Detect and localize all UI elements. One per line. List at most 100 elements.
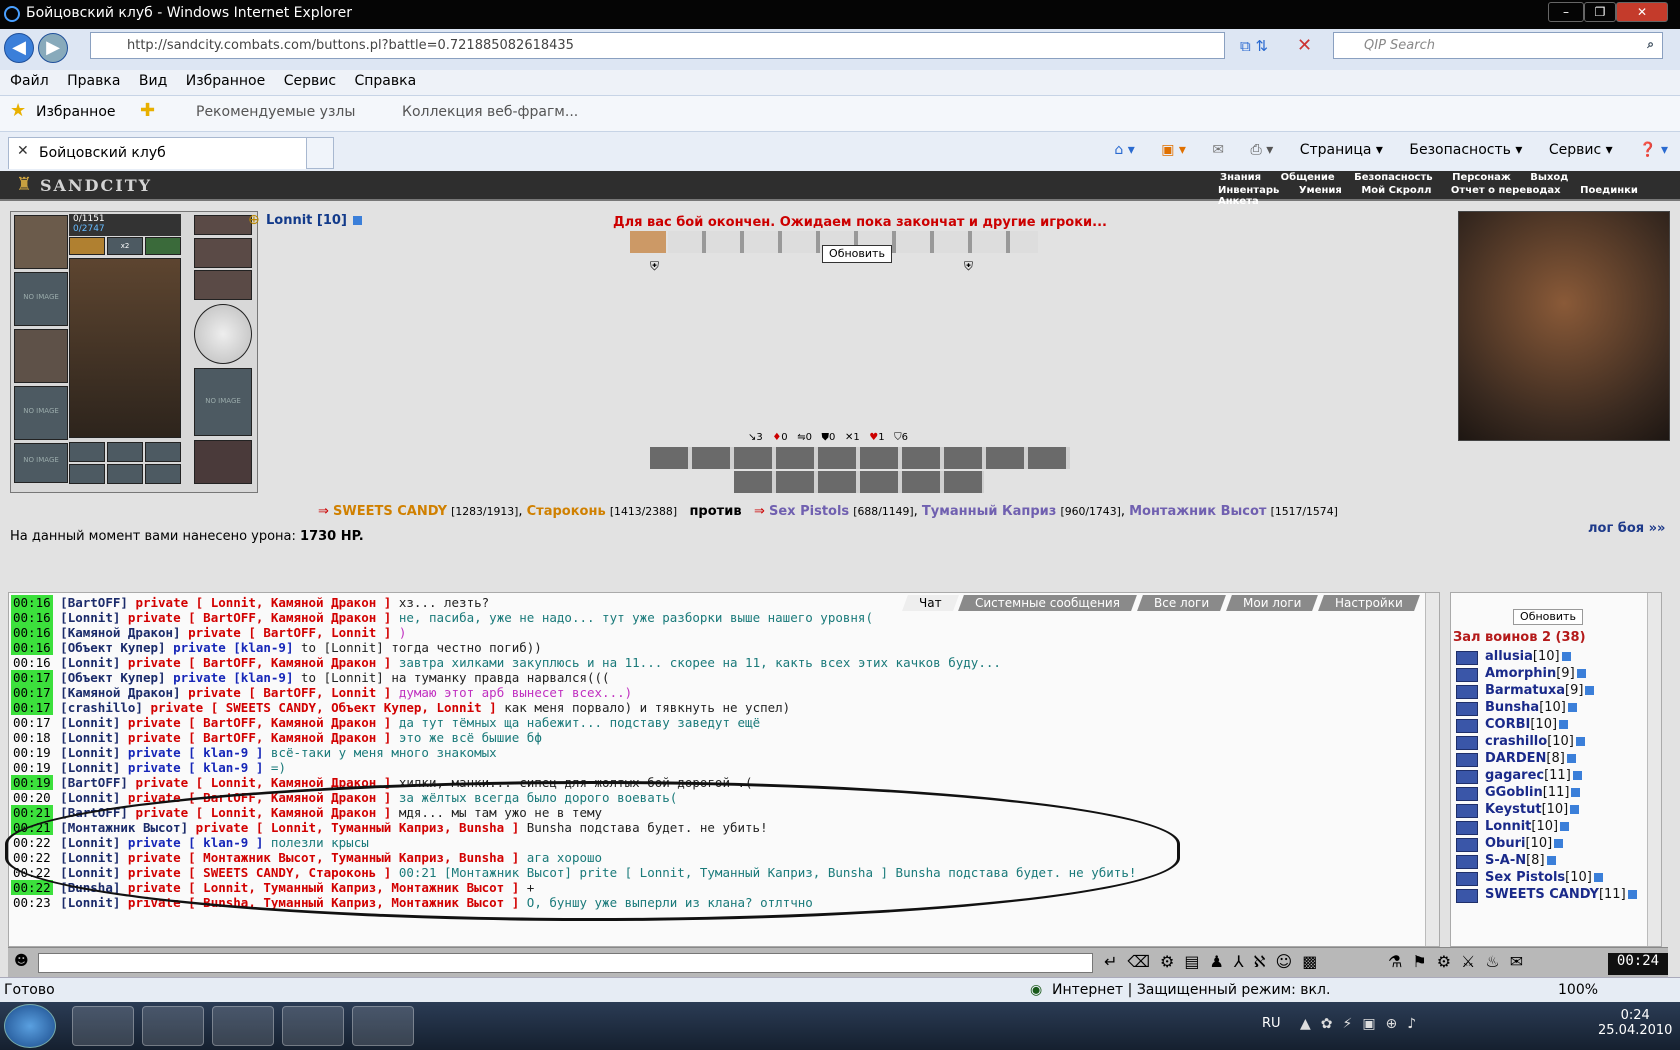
help-icon[interactable]: ❓ ▾ bbox=[1639, 142, 1668, 158]
user-row[interactable]: allusia[10] bbox=[1485, 649, 1571, 664]
web-slice-gallery[interactable]: Коллекция веб-фрагм... bbox=[402, 104, 578, 120]
message-time[interactable]: 00:19 bbox=[11, 745, 53, 760]
user-row[interactable]: S-A-N[8] bbox=[1485, 853, 1556, 868]
user-name[interactable]: Sex Pistols bbox=[1485, 870, 1565, 885]
zoom-level[interactable]: 100% bbox=[1558, 982, 1598, 998]
shield-slot[interactable] bbox=[194, 304, 252, 364]
tab-all-logs[interactable]: Все логи bbox=[1137, 595, 1227, 611]
refresh-battle-button[interactable]: Обновить bbox=[822, 245, 892, 263]
user-info-icon[interactable] bbox=[1585, 686, 1595, 695]
private-chat-icon[interactable] bbox=[1456, 651, 1478, 665]
user-info-icon[interactable] bbox=[1567, 703, 1577, 712]
message-author[interactable]: [Объект Купер] bbox=[60, 640, 165, 655]
fighter-name[interactable]: SWEETS CANDY bbox=[333, 504, 447, 519]
user-name[interactable]: Barmatuxa bbox=[1485, 683, 1565, 698]
smile-icon[interactable]: ☻ bbox=[14, 953, 29, 969]
message-time[interactable]: 00:16 bbox=[11, 625, 53, 640]
message-author[interactable]: [crashillo] bbox=[60, 700, 143, 715]
chat-tools-icons[interactable]: ↵⌫⚙▤♟⅄ℵ☺▩ bbox=[1104, 952, 1327, 971]
message-time[interactable]: 00:18 bbox=[11, 730, 53, 745]
user-info-icon[interactable] bbox=[1559, 720, 1569, 729]
message-recipients[interactable]: private [ SWEETS CANDY, Объект Купер, Lo… bbox=[151, 700, 497, 715]
user-info-icon[interactable] bbox=[1593, 873, 1603, 882]
ring-slot[interactable] bbox=[69, 464, 105, 484]
user-row[interactable]: Lonnit[10] bbox=[1485, 819, 1570, 834]
tab-settings[interactable]: Настройки bbox=[1318, 595, 1420, 611]
message-recipients[interactable]: private [ BartOFF, Камяной Дракон ] bbox=[128, 715, 391, 730]
ring-slot[interactable] bbox=[145, 464, 181, 484]
message-time[interactable]: 00:16 bbox=[11, 640, 53, 655]
rss-icon[interactable]: ▣ ▾ bbox=[1161, 142, 1186, 158]
menu-help[interactable]: Справка bbox=[354, 73, 416, 89]
info-icon[interactable] bbox=[353, 216, 363, 225]
message-time[interactable]: 00:17 bbox=[11, 685, 53, 700]
message-author[interactable]: [Lonnit] bbox=[60, 790, 120, 805]
refresh-users-button[interactable]: Обновить bbox=[1513, 609, 1583, 625]
message-author[interactable]: [Lonnit] bbox=[60, 655, 120, 670]
tab-system[interactable]: Системные сообщения bbox=[958, 595, 1138, 611]
menu-inventory[interactable]: Инвентарь bbox=[1218, 185, 1279, 196]
user-row[interactable]: crashillo[10] bbox=[1485, 734, 1585, 749]
search-icon[interactable]: ⌕ bbox=[1647, 37, 1654, 52]
private-chat-icon[interactable] bbox=[1456, 787, 1478, 801]
tab-my-logs[interactable]: Мои логи bbox=[1226, 595, 1319, 611]
private-chat-icon[interactable] bbox=[1456, 804, 1478, 818]
page-menu[interactable]: Страница ▾ bbox=[1300, 142, 1383, 158]
message-author[interactable]: [Объект Купер] bbox=[60, 670, 165, 685]
buff-slot[interactable]: x2 bbox=[107, 237, 143, 255]
message-recipients[interactable]: private [ BartOFF, Камяной Дракон ] bbox=[128, 730, 391, 745]
user-info-icon[interactable] bbox=[1566, 754, 1576, 763]
user-name[interactable]: GGoblin bbox=[1485, 785, 1543, 800]
message-author[interactable]: [Lonnit] bbox=[60, 895, 120, 910]
private-chat-icon[interactable] bbox=[1456, 855, 1478, 869]
menu-transfers[interactable]: Отчет о переводах bbox=[1451, 185, 1561, 196]
tab-current[interactable]: ✕ Бойцовский клуб bbox=[8, 137, 308, 169]
private-chat-icon[interactable] bbox=[1456, 770, 1478, 784]
private-chat-icon[interactable] bbox=[1456, 838, 1478, 852]
fighter-name[interactable]: Туманный Каприз bbox=[922, 504, 1056, 519]
app-taskbar-icon[interactable] bbox=[352, 1006, 414, 1046]
tools-menu[interactable]: Сервис ▾ bbox=[1549, 142, 1613, 158]
minimize-button[interactable]: – bbox=[1548, 2, 1584, 22]
ie-taskbar-icon[interactable] bbox=[72, 1006, 134, 1046]
suggested-sites[interactable]: Рекомендуемые узлы bbox=[196, 104, 355, 120]
menu-duels[interactable]: Поединки bbox=[1580, 185, 1638, 196]
user-info-icon[interactable] bbox=[1576, 669, 1586, 678]
message-recipients[interactable]: private [ BartOFF, Lonnit ] bbox=[188, 685, 391, 700]
menu-exit[interactable]: Выход bbox=[1530, 172, 1568, 183]
user-row[interactable]: GGoblin[11] bbox=[1485, 785, 1581, 800]
maximize-button[interactable]: ❐ bbox=[1584, 2, 1616, 22]
user-info-icon[interactable] bbox=[1554, 839, 1564, 848]
fighter-name[interactable]: Монтажник Высот bbox=[1129, 504, 1266, 519]
private-chat-icon[interactable] bbox=[1456, 736, 1478, 750]
user-row[interactable]: Bunsha[10] bbox=[1485, 700, 1577, 715]
media-taskbar-icon[interactable] bbox=[212, 1006, 274, 1046]
boots-slot[interactable] bbox=[194, 440, 252, 484]
private-chat-icon[interactable] bbox=[1456, 668, 1478, 682]
message-author[interactable]: [Lonnit] bbox=[60, 745, 120, 760]
empty-slot[interactable]: NO IMAGE bbox=[14, 443, 68, 483]
menu-profile[interactable]: Анкета bbox=[1218, 196, 1259, 207]
user-row[interactable]: Amorphin[9] bbox=[1485, 666, 1586, 681]
user-row[interactable]: Oburi[10] bbox=[1485, 836, 1564, 851]
mail-icon[interactable]: ✉ bbox=[1212, 142, 1224, 158]
fighter-name[interactable]: Староконь bbox=[527, 504, 606, 519]
user-row[interactable]: Sex Pistols[10] bbox=[1485, 870, 1603, 885]
private-chat-icon[interactable] bbox=[1456, 753, 1478, 767]
stop-icon[interactable]: ✕ bbox=[1297, 35, 1312, 56]
message-time[interactable]: 00:17 bbox=[11, 715, 53, 730]
message-recipients[interactable]: private [klan-9] bbox=[173, 670, 293, 685]
tab-chat[interactable]: Чат bbox=[901, 595, 959, 611]
message-time[interactable]: 00:19 bbox=[11, 775, 53, 790]
favorites-button[interactable]: Избранное bbox=[36, 104, 116, 120]
user-name[interactable]: allusia bbox=[1485, 649, 1533, 664]
user-info-icon[interactable] bbox=[1575, 737, 1585, 746]
menu-character[interactable]: Персонаж bbox=[1452, 172, 1511, 183]
empty-slot[interactable]: NO IMAGE bbox=[14, 386, 68, 440]
message-author[interactable]: [Lonnit] bbox=[60, 760, 120, 775]
message-recipients[interactable]: private [ BartOFF, Камяной Дракон ] bbox=[128, 610, 391, 625]
user-row[interactable]: CORBI[10] bbox=[1485, 717, 1569, 732]
start-button[interactable] bbox=[4, 1004, 56, 1048]
compat-icon[interactable]: ⧉ ⇅ bbox=[1240, 37, 1268, 55]
message-author[interactable]: [Камяной Дракон] bbox=[60, 625, 180, 640]
